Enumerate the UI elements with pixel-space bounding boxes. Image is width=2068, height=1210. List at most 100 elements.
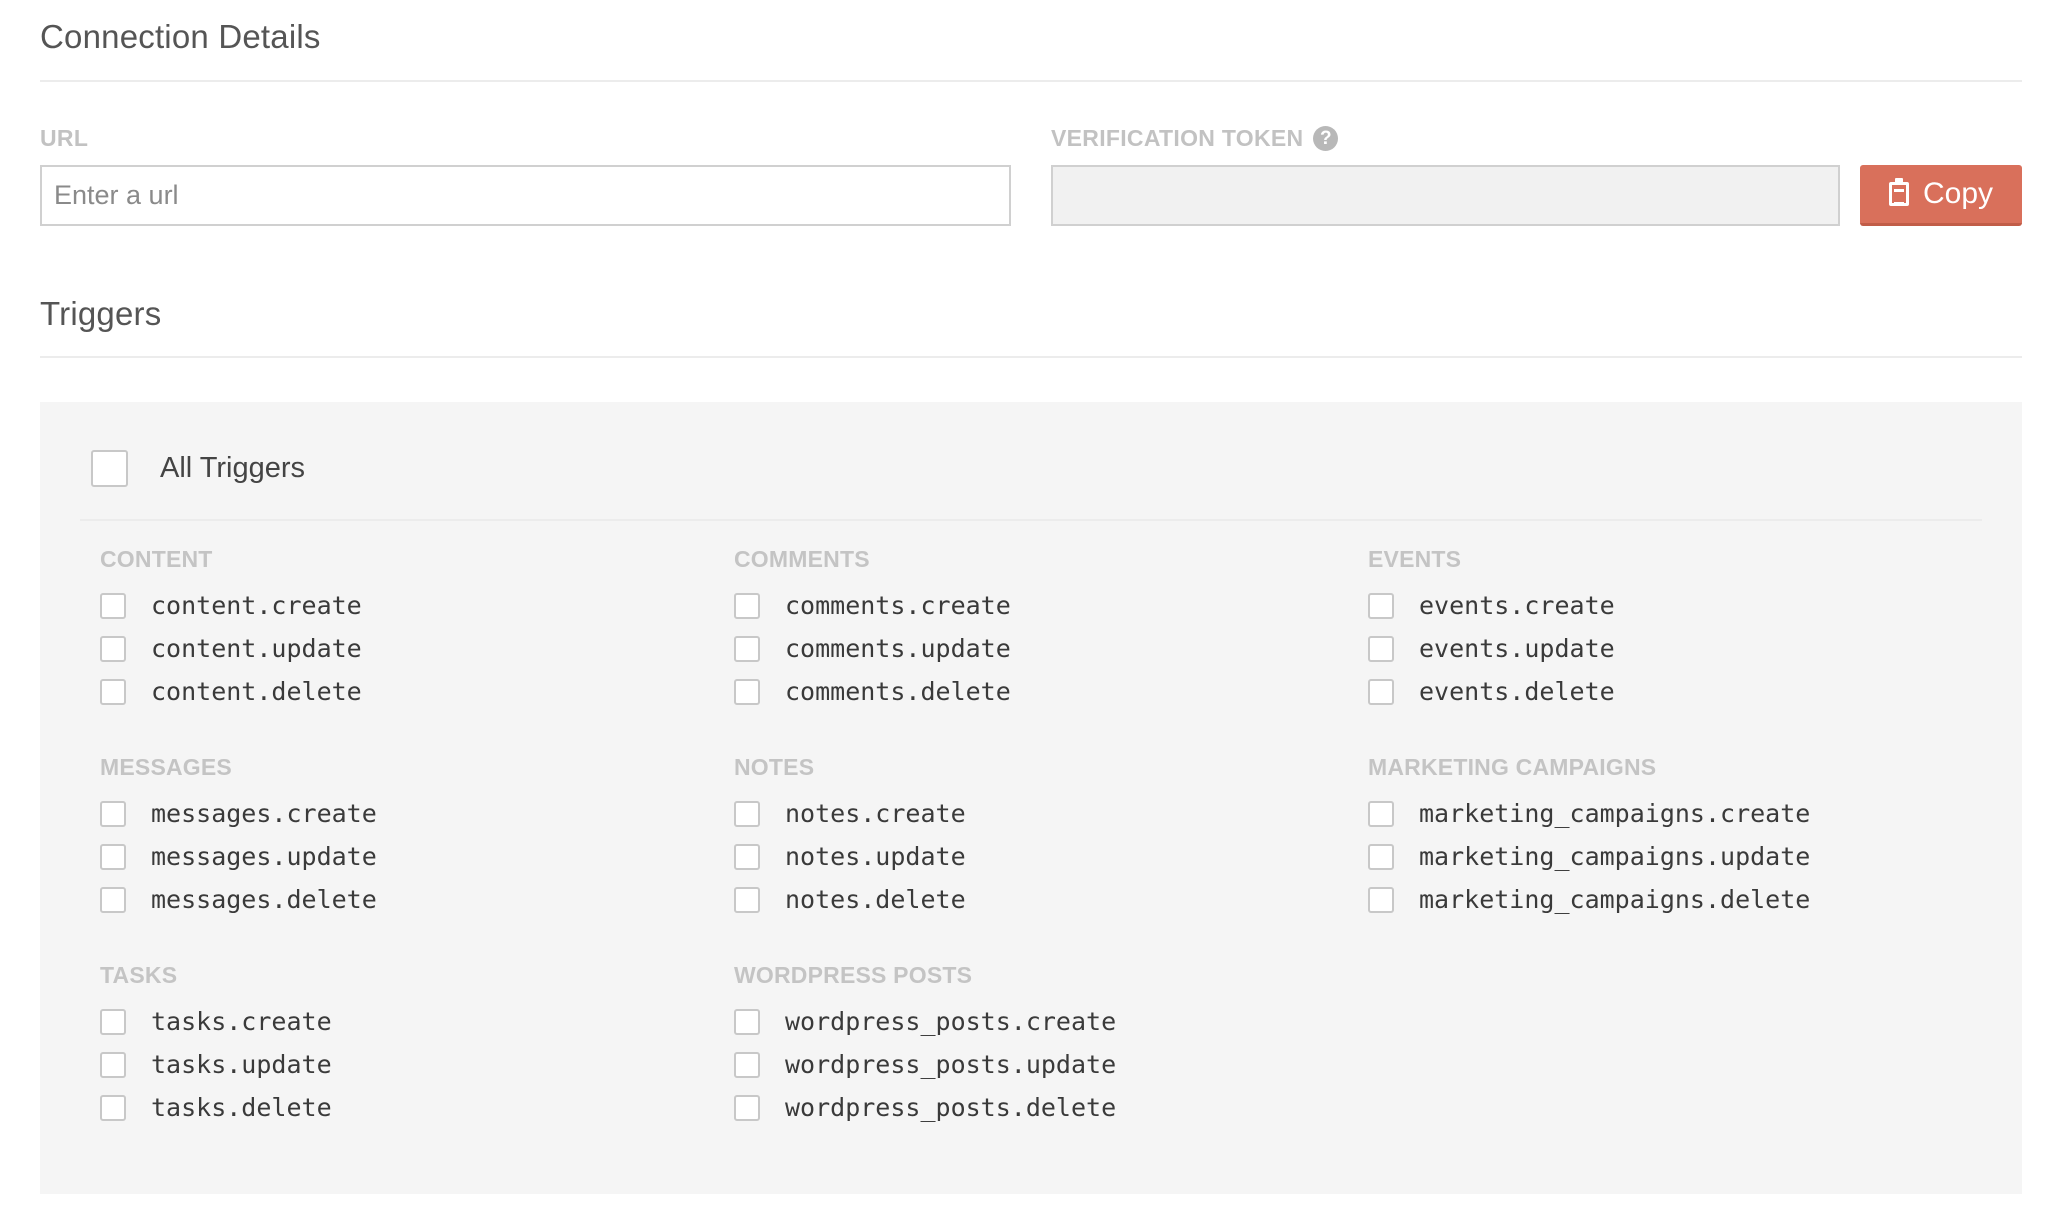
trigger-checkbox[interactable] bbox=[734, 678, 760, 705]
verification-token-label: VERIFICATION TOKEN ? bbox=[1051, 125, 1339, 152]
trigger-item[interactable]: messages.update bbox=[100, 835, 377, 878]
trigger-checkbox[interactable] bbox=[1368, 800, 1394, 827]
triggers-panel: All Triggers CONTENT content.create cont… bbox=[40, 402, 2022, 1194]
trigger-item[interactable]: content.delete bbox=[100, 670, 362, 713]
trigger-item[interactable]: tasks.update bbox=[100, 1043, 332, 1086]
trigger-item[interactable]: messages.delete bbox=[100, 878, 377, 921]
trigger-checkbox[interactable] bbox=[734, 843, 760, 870]
all-triggers-label: All Triggers bbox=[160, 452, 306, 484]
trigger-item[interactable]: wordpress_posts.create bbox=[734, 1000, 1116, 1043]
trigger-checkbox[interactable] bbox=[734, 1008, 760, 1035]
trigger-label: marketing_campaigns.update bbox=[1419, 842, 1811, 871]
trigger-checkbox[interactable] bbox=[734, 635, 760, 662]
all-triggers-checkbox[interactable] bbox=[91, 450, 128, 487]
trigger-checkbox[interactable] bbox=[100, 800, 126, 827]
trigger-label: messages.delete bbox=[151, 885, 377, 914]
all-triggers-row: All Triggers bbox=[91, 450, 305, 487]
trigger-item[interactable]: marketing_campaigns.create bbox=[1368, 792, 1810, 835]
help-icon[interactable]: ? bbox=[1313, 126, 1339, 151]
trigger-checkbox[interactable] bbox=[100, 678, 126, 705]
trigger-label: content.delete bbox=[151, 677, 362, 706]
trigger-label: tasks.create bbox=[151, 1007, 332, 1036]
trigger-checkbox[interactable] bbox=[1368, 843, 1394, 870]
trigger-item[interactable]: wordpress_posts.update bbox=[734, 1043, 1116, 1086]
trigger-checkbox[interactable] bbox=[100, 886, 126, 913]
trigger-label: wordpress_posts.update bbox=[785, 1050, 1117, 1079]
trigger-label: content.update bbox=[151, 634, 362, 663]
trigger-group-tasks: TASKS tasks.create tasks.update tasks.de… bbox=[100, 958, 332, 1129]
trigger-item[interactable]: notes.create bbox=[734, 792, 966, 835]
trigger-item[interactable]: messages.create bbox=[100, 792, 377, 835]
trigger-item[interactable]: wordpress_posts.delete bbox=[734, 1086, 1116, 1129]
trigger-label: marketing_campaigns.create bbox=[1419, 799, 1811, 828]
url-label-text: URL bbox=[40, 125, 89, 151]
trigger-item[interactable]: tasks.delete bbox=[100, 1086, 332, 1129]
trigger-label: comments.delete bbox=[785, 677, 1011, 706]
trigger-checkbox[interactable] bbox=[734, 886, 760, 913]
verification-token-label-text: VERIFICATION TOKEN bbox=[1051, 125, 1304, 151]
trigger-item[interactable]: notes.delete bbox=[734, 878, 966, 921]
trigger-checkbox[interactable] bbox=[100, 1008, 126, 1035]
copy-button-label: Copy bbox=[1922, 177, 1994, 210]
triggers-title: Triggers bbox=[40, 295, 162, 332]
url-label: URL bbox=[40, 125, 88, 152]
group-title: EVENTS bbox=[1368, 546, 1462, 572]
trigger-label: events.delete bbox=[1419, 677, 1615, 706]
trigger-item[interactable]: events.update bbox=[1368, 627, 1615, 670]
group-title: WORDPRESS POSTS bbox=[734, 962, 973, 988]
trigger-item[interactable]: content.create bbox=[100, 584, 362, 627]
trigger-checkbox[interactable] bbox=[734, 800, 760, 827]
trigger-group-content: CONTENT content.create content.update co… bbox=[100, 542, 362, 713]
group-title: MESSAGES bbox=[100, 754, 232, 780]
trigger-label: notes.update bbox=[785, 842, 966, 871]
copy-button[interactable]: Copy bbox=[1860, 165, 2022, 226]
verification-token-field[interactable] bbox=[1051, 165, 1840, 226]
trigger-label: wordpress_posts.create bbox=[785, 1007, 1117, 1036]
trigger-label: comments.update bbox=[785, 634, 1011, 663]
trigger-item[interactable]: comments.delete bbox=[734, 670, 1011, 713]
trigger-group-comments: COMMENTS comments.create comments.update… bbox=[734, 542, 1011, 713]
trigger-item[interactable]: content.update bbox=[100, 627, 362, 670]
trigger-group-wordpress-posts: WORDPRESS POSTS wordpress_posts.create w… bbox=[734, 958, 1116, 1129]
trigger-item[interactable]: tasks.create bbox=[100, 1000, 332, 1043]
trigger-checkbox[interactable] bbox=[734, 1051, 760, 1078]
group-title: COMMENTS bbox=[734, 546, 870, 572]
trigger-checkbox[interactable] bbox=[100, 1051, 126, 1078]
trigger-item[interactable]: comments.create bbox=[734, 584, 1011, 627]
trigger-group-messages: MESSAGES messages.create messages.update… bbox=[100, 750, 377, 921]
trigger-item[interactable]: marketing_campaigns.delete bbox=[1368, 878, 1810, 921]
trigger-label: notes.create bbox=[785, 799, 966, 828]
trigger-label: tasks.update bbox=[151, 1050, 332, 1079]
trigger-label: tasks.delete bbox=[151, 1093, 332, 1122]
trigger-checkbox[interactable] bbox=[1368, 635, 1394, 662]
trigger-item[interactable]: events.delete bbox=[1368, 670, 1615, 713]
trigger-checkbox[interactable] bbox=[1368, 592, 1394, 619]
trigger-label: events.update bbox=[1419, 634, 1615, 663]
trigger-label: events.create bbox=[1419, 591, 1615, 620]
trigger-label: wordpress_posts.delete bbox=[785, 1093, 1117, 1122]
trigger-checkbox[interactable] bbox=[100, 843, 126, 870]
trigger-checkbox[interactable] bbox=[1368, 886, 1394, 913]
group-title: CONTENT bbox=[100, 546, 213, 572]
trigger-group-marketing-campaigns: MARKETING CAMPAIGNS marketing_campaigns.… bbox=[1368, 750, 1810, 921]
trigger-label: comments.create bbox=[785, 591, 1011, 620]
trigger-label: marketing_campaigns.delete bbox=[1419, 885, 1811, 914]
trigger-item[interactable]: events.create bbox=[1368, 584, 1615, 627]
url-input[interactable] bbox=[40, 165, 1011, 226]
trigger-checkbox[interactable] bbox=[734, 1094, 760, 1121]
trigger-checkbox[interactable] bbox=[734, 592, 760, 619]
trigger-item[interactable]: notes.update bbox=[734, 835, 966, 878]
trigger-label: messages.update bbox=[151, 842, 377, 871]
group-title: NOTES bbox=[734, 754, 815, 780]
trigger-checkbox[interactable] bbox=[100, 1094, 126, 1121]
trigger-item[interactable]: comments.update bbox=[734, 627, 1011, 670]
trigger-label: messages.create bbox=[151, 799, 377, 828]
trigger-checkbox[interactable] bbox=[100, 592, 126, 619]
trigger-checkbox[interactable] bbox=[1368, 678, 1394, 705]
clipboard-icon bbox=[1888, 178, 1909, 206]
group-title: MARKETING CAMPAIGNS bbox=[1368, 754, 1657, 780]
trigger-item[interactable]: marketing_campaigns.update bbox=[1368, 835, 1810, 878]
trigger-checkbox[interactable] bbox=[100, 635, 126, 662]
webhook-settings-page: Connection Details URL VERIFICATION TOKE… bbox=[0, 0, 2068, 1210]
trigger-group-events: EVENTS events.create events.update event… bbox=[1368, 542, 1615, 713]
